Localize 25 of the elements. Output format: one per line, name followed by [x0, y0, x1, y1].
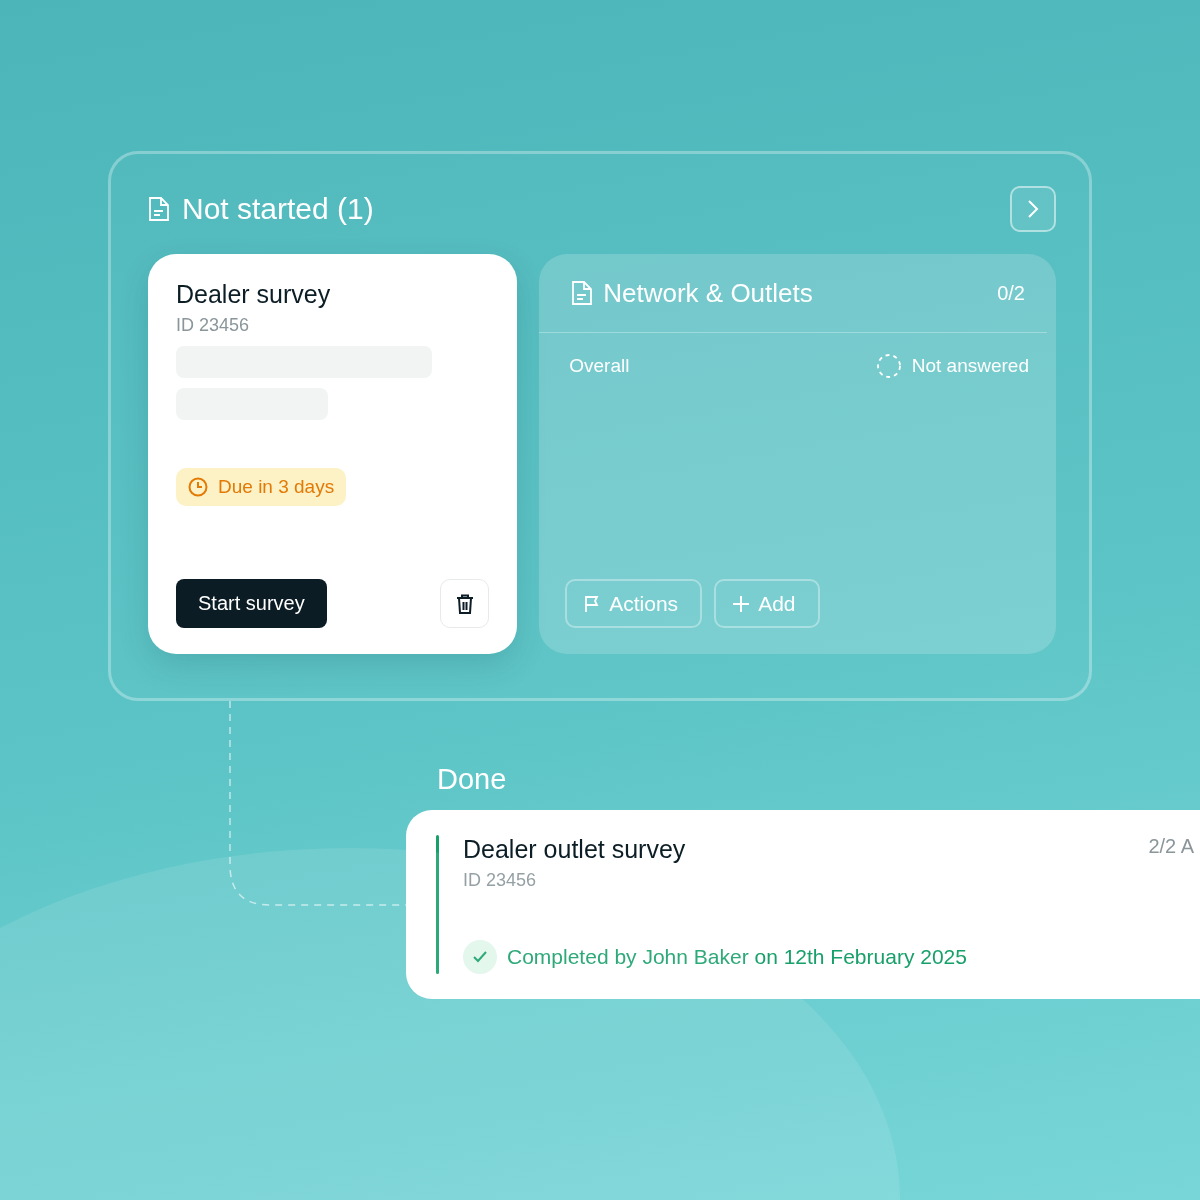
due-badge: Due in 3 days — [176, 468, 347, 506]
section-heading: Done — [437, 763, 508, 796]
progress-count: 2/2 A — [1148, 835, 1194, 859]
section-title: Network & Outlets — [603, 277, 813, 309]
trash-icon — [455, 593, 474, 614]
survey-id: ID 23456 — [463, 870, 538, 891]
dashed-circle-icon — [875, 353, 902, 379]
panel-title: Not started (1) — [182, 192, 374, 226]
document-icon — [571, 280, 594, 306]
progress-count: 0/2 — [997, 281, 1025, 305]
add-button[interactable]: Add — [714, 579, 820, 628]
actions-button[interactable]: Actions — [565, 579, 703, 628]
start-survey-button[interactable]: Start survey — [176, 579, 327, 628]
completion-text: Completed by John Baker on 12th February 2025 — [507, 945, 967, 969]
question-label: Overall — [569, 355, 630, 377]
status-text: Not answered — [911, 355, 1029, 377]
document-icon — [148, 196, 170, 222]
survey-id: ID 23456 — [176, 315, 251, 336]
survey-title: Dealer survey — [176, 280, 332, 309]
clock-icon — [188, 477, 208, 497]
chevron-right-icon — [1027, 199, 1039, 219]
survey-title: Dealer outlet survey — [463, 835, 686, 864]
plus-icon — [732, 594, 751, 613]
delete-button[interactable] — [440, 579, 490, 628]
check-icon — [463, 940, 497, 974]
